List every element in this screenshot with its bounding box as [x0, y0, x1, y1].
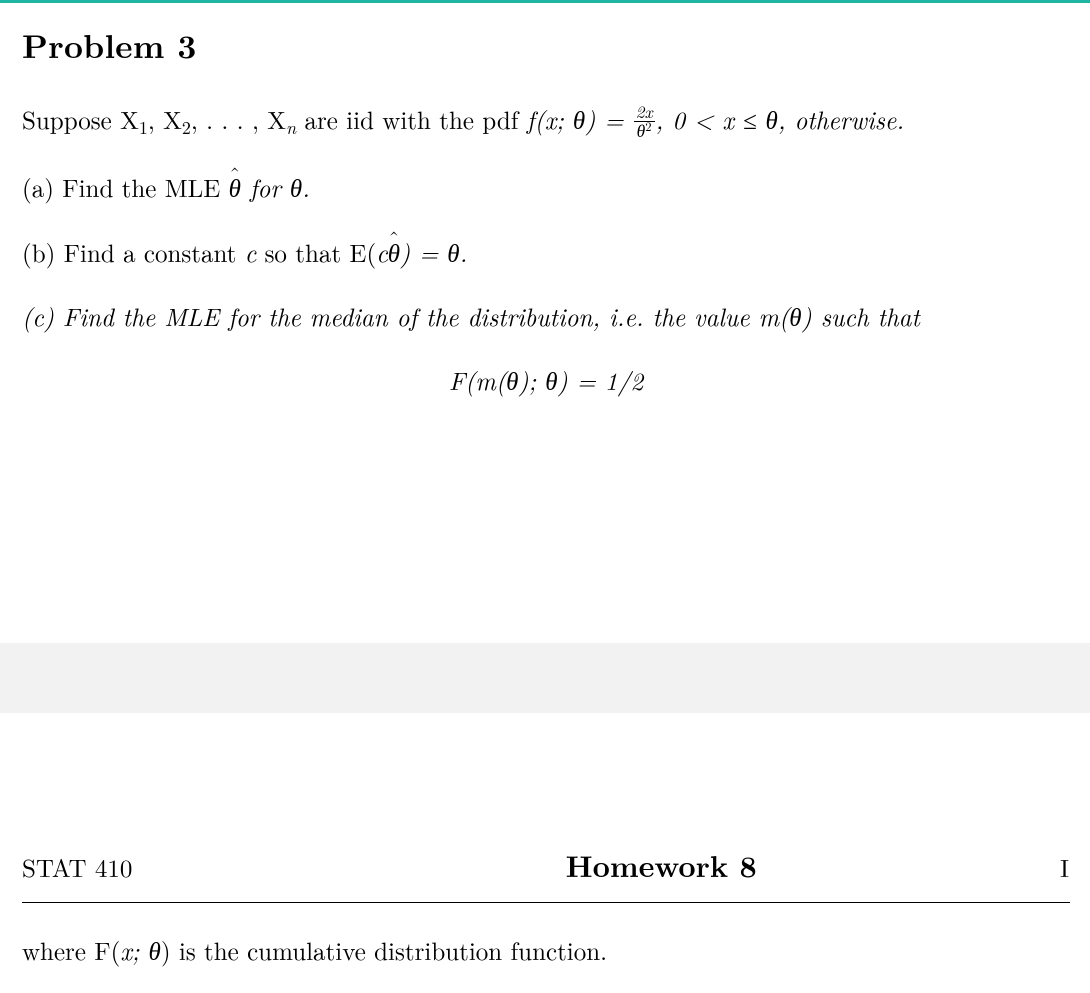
assignment-title: Homework 8 [262, 843, 1060, 886]
hat-accent: ˆ [229, 158, 240, 191]
part-c: (c) Find the MLE for the median of the d… [22, 299, 1070, 335]
part-a: (a) Find the MLE ˆθ for θ. [22, 170, 1070, 206]
problem-intro: Suppose X1, X2, . . . , Xn are iid with … [22, 102, 1070, 142]
text-fragment: , 0 < x ≤ θ, otherwise. [656, 102, 904, 137]
text-fragment: Suppose X [22, 102, 139, 137]
fraction: 2xθ2 [634, 103, 655, 141]
continuation-text: where F(x; θ) is the cumulative distribu… [22, 933, 1070, 968]
subscript: n [286, 115, 296, 140]
clipped-text: I [1060, 850, 1070, 885]
text-fragment: (b) Find a constant [22, 235, 245, 270]
text-fragment: ) is the cumulative distribution functio… [161, 933, 607, 968]
subscript: 1 [139, 115, 148, 140]
theta-hat: ˆθ [388, 235, 400, 271]
page-gap [0, 643, 1090, 713]
hat-accent: ˆ [388, 222, 399, 255]
math-symbol: x; θ [120, 933, 161, 968]
centered-equation: F(m(θ); θ) = 1/2 [22, 363, 1070, 398]
text-fragment: so that E( [256, 235, 376, 270]
page-body: Problem 3 Suppose X1, X2, . . . , Xn are… [0, 3, 1090, 478]
text-fragment: (a) Find the MLE [22, 170, 229, 205]
math-symbol: c [245, 235, 257, 270]
superscript: 2 [645, 117, 651, 135]
fraction-denominator: θ2 [634, 121, 655, 140]
text-fragment: , . . . , X [191, 102, 286, 137]
problem-title: Problem 3 [22, 21, 1070, 68]
part-b: (b) Find a constant c so that E(cˆθ) = θ… [22, 235, 1070, 271]
text-fragment: where F( [22, 933, 120, 968]
theta-hat: ˆθ [229, 170, 241, 206]
page-footer-zone: STAT 410 Homework 8 I where F(x; θ) is t… [0, 713, 1090, 968]
text-fragment: (c) Find the MLE for the median of the d… [22, 299, 920, 334]
math-symbol: θ [637, 118, 646, 143]
text-fragment: are iid with the pdf [296, 102, 527, 137]
subscript: 2 [182, 115, 191, 140]
math-symbol: c [376, 235, 388, 270]
math-symbol: (x; θ) = [534, 102, 632, 137]
page-header-row: STAT 410 Homework 8 I [22, 843, 1070, 903]
text-fragment: ) = θ. [400, 235, 467, 270]
text-fragment: , X [148, 102, 182, 137]
course-code: STAT 410 [22, 850, 132, 885]
text-fragment: for θ. [241, 170, 310, 205]
